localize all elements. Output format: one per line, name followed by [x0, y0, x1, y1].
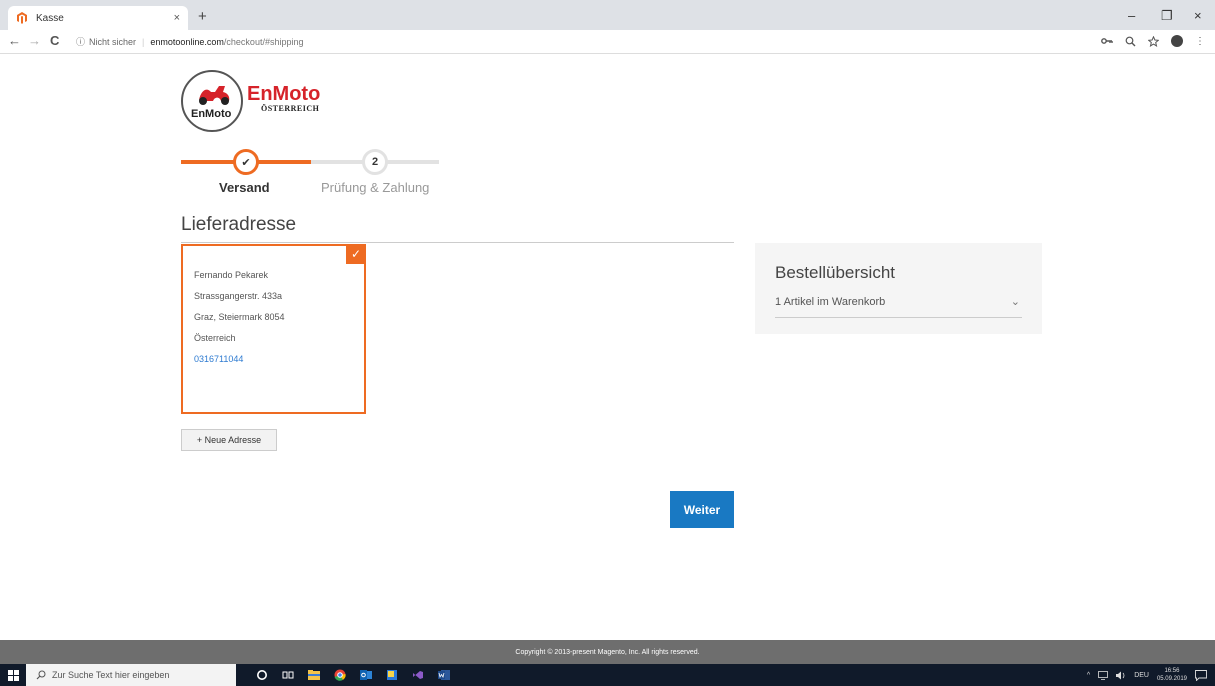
- chrome-icon[interactable]: [334, 669, 346, 681]
- order-summary: Bestellübersicht 1 Artikel im Warenkorb …: [755, 243, 1042, 334]
- new-tab-button[interactable]: +: [198, 8, 207, 25]
- browser-address-bar: ← → C ⓘ Nicht sicher | enmotoonline.com /…: [0, 30, 1215, 54]
- close-window-button[interactable]: ×: [1194, 8, 1202, 23]
- tab-title: Kasse: [36, 12, 64, 24]
- volume-icon[interactable]: [1116, 671, 1126, 680]
- taskbar-search-placeholder: Zur Suche Text hier eingeben: [52, 670, 170, 680]
- windows-start-button[interactable]: [0, 664, 26, 686]
- browser-toolbar-icons: ⋮: [1101, 35, 1205, 47]
- address-lines: Fernando Pekarek Strassgangerstr. 433a G…: [194, 265, 285, 370]
- logo-brand-name: EnMoto: [247, 82, 321, 105]
- forward-button[interactable]: →: [28, 33, 41, 48]
- sticky-notes-icon[interactable]: [386, 669, 398, 681]
- clock-date: 05.09.2019: [1156, 676, 1187, 682]
- address-country: Österreich: [194, 333, 236, 343]
- tab-close-icon[interactable]: ×: [174, 12, 180, 24]
- step-payment-label: Prüfung & Zahlung: [321, 180, 430, 195]
- visual-studio-icon[interactable]: [412, 669, 424, 681]
- address-name: Fernando Pekarek: [194, 270, 269, 280]
- logo-wordmark: EnMoto ÖSTERREICH: [247, 84, 320, 113]
- url-domain: enmotoonline.com: [150, 37, 224, 47]
- order-summary-title: Bestellübersicht: [775, 263, 896, 282]
- clock-time: 16:56: [1164, 668, 1180, 674]
- taskbar-apps: [256, 669, 450, 681]
- address-street: Strassgangerstr. 433a: [194, 291, 283, 301]
- word-icon[interactable]: [438, 669, 450, 681]
- logo-circle-text: EnMoto: [191, 108, 232, 120]
- url-path: /checkout/#shipping: [223, 37, 304, 47]
- cart-items-toggle[interactable]: 1 Artikel im Warenkorb: [775, 296, 885, 308]
- url-field[interactable]: ⓘ Nicht sicher | enmotoonline.com/checko…: [76, 33, 1076, 51]
- search-icon: [36, 670, 46, 680]
- page-footer: Copyright © 2013-present Magento, Inc. A…: [0, 640, 1215, 664]
- info-icon[interactable]: ⓘ: [76, 33, 85, 51]
- back-button[interactable]: ←: [8, 33, 21, 48]
- selected-address-card[interactable]: ✓ Fernando Pekarek Strassgangerstr. 433a…: [181, 244, 366, 414]
- logo-country: ÖSTERREICH: [261, 103, 320, 113]
- step-shipping-label[interactable]: Versand: [219, 180, 270, 195]
- step-1-check-icon: ✔: [233, 149, 259, 175]
- reload-button[interactable]: C: [50, 33, 59, 48]
- key-icon[interactable]: [1101, 36, 1113, 46]
- address-city: Graz, Steiermark 8054: [194, 312, 285, 322]
- address-phone-link[interactable]: 0316711044: [194, 349, 285, 370]
- checkout-progress: ✔ 2 Versand Prüfung & Zahlung: [181, 149, 441, 200]
- new-address-button[interactable]: + Neue Adresse: [181, 429, 277, 451]
- menu-icon[interactable]: ⋮: [1195, 36, 1205, 47]
- task-view-icon[interactable]: [282, 669, 294, 681]
- browser-tab-bar: Kasse × + – ❐ ×: [0, 0, 1215, 30]
- tray-overflow-icon[interactable]: ^: [1087, 672, 1090, 679]
- selected-check-icon: ✓: [346, 244, 366, 264]
- scooter-icon: [199, 86, 230, 105]
- system-tray: ^ DEU 16:56 05.09.2019: [1087, 664, 1207, 686]
- windows-taskbar: Zur Suche Text hier eingeben ^ DEU 16:56…: [0, 664, 1215, 686]
- profile-icon[interactable]: [1171, 35, 1183, 47]
- summary-divider: [775, 317, 1022, 318]
- file-explorer-icon[interactable]: [308, 669, 320, 681]
- browser-tab[interactable]: Kasse ×: [8, 6, 188, 30]
- taskbar-search-input[interactable]: Zur Suche Text hier eingeben: [26, 664, 236, 686]
- shipping-address-title: Lieferadresse: [181, 214, 297, 235]
- windows-logo-icon: [7, 669, 19, 681]
- chevron-down-icon[interactable]: ⌄: [1011, 295, 1020, 308]
- site-logo[interactable]: EnMoto EnMoto ÖSTERREICH: [181, 70, 320, 132]
- minimize-button[interactable]: –: [1128, 8, 1135, 23]
- magento-favicon-icon: [17, 12, 27, 24]
- notifications-icon[interactable]: [1195, 669, 1207, 681]
- taskbar-clock[interactable]: 16:56 05.09.2019: [1157, 667, 1187, 683]
- logo-emblem: EnMoto: [181, 70, 243, 132]
- copyright-text: Copyright © 2013-present Magento, Inc. A…: [515, 648, 700, 656]
- language-indicator[interactable]: DEU: [1134, 672, 1149, 679]
- section-divider: [181, 242, 734, 243]
- url-separator: |: [142, 37, 145, 47]
- next-button[interactable]: Weiter: [670, 491, 734, 528]
- outlook-icon[interactable]: [360, 669, 372, 681]
- security-label: Nicht sicher: [89, 37, 137, 47]
- maximize-button[interactable]: ❐: [1161, 8, 1173, 24]
- cortana-icon[interactable]: [256, 669, 268, 681]
- zoom-icon[interactable]: [1125, 36, 1136, 47]
- step-2-number: 2: [362, 149, 388, 175]
- star-icon[interactable]: [1148, 35, 1159, 47]
- network-icon[interactable]: [1098, 670, 1109, 680]
